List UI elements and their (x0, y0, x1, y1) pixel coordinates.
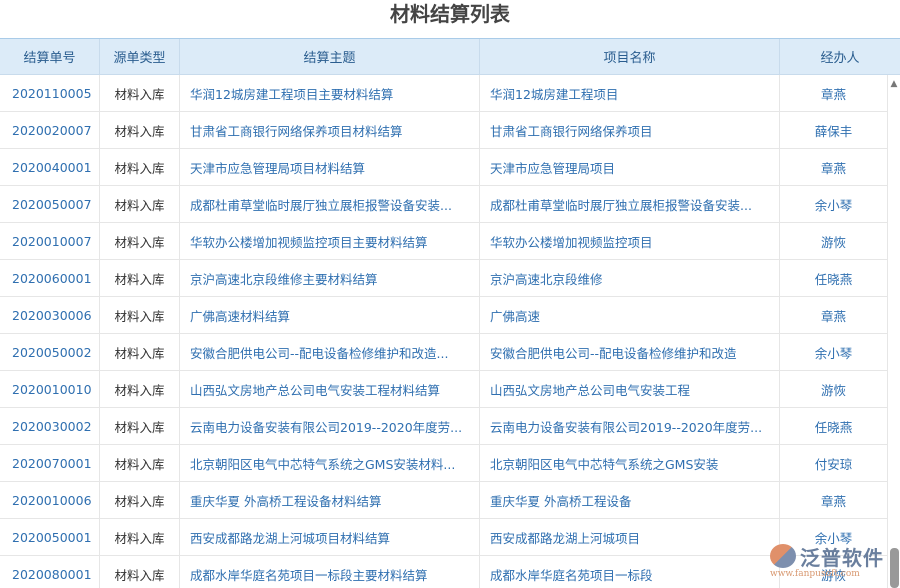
table-row[interactable]: 2020010006材料入库重庆华夏 外高桥工程设备材料结算重庆华夏 外高桥工程… (0, 482, 888, 519)
cell-source-type: 材料入库 (100, 482, 180, 518)
cell-handler: 游恢 (780, 371, 888, 407)
cell-settlement-subject[interactable]: 北京朝阳区电气中芯特气系统之GMS安装材料... (180, 445, 480, 481)
cell-source-type: 材料入库 (100, 334, 180, 370)
cell-settlement-id[interactable]: 2020060001 (0, 260, 100, 296)
cell-source-type: 材料入库 (100, 112, 180, 148)
cell-source-type: 材料入库 (100, 297, 180, 333)
cell-settlement-id[interactable]: 2020010007 (0, 223, 100, 259)
cell-project-name[interactable]: 北京朝阳区电气中芯特气系统之GMS安装 (480, 445, 780, 481)
watermark-logo: 泛普软件 www.fanpusoft.com (770, 542, 895, 586)
cell-settlement-subject[interactable]: 云南电力设备安装有限公司2019--2020年度劳... (180, 408, 480, 444)
table-row[interactable]: 2020040001材料入库天津市应急管理局项目材料结算天津市应急管理局项目章燕 (0, 149, 888, 186)
cell-settlement-subject[interactable]: 安徽合肥供电公司--配电设备检修维护和改造... (180, 334, 480, 370)
cell-project-name[interactable]: 重庆华夏 外高桥工程设备 (480, 482, 780, 518)
cell-settlement-id[interactable]: 2020030002 (0, 408, 100, 444)
cell-handler: 余小琴 (780, 334, 888, 370)
cell-handler: 薛保丰 (780, 112, 888, 148)
table-body: 2020110005材料入库华润12城房建工程项目主要材料结算华润12城房建工程… (0, 75, 888, 588)
cell-handler: 任晓燕 (780, 408, 888, 444)
cell-source-type: 材料入库 (100, 408, 180, 444)
cell-settlement-id[interactable]: 2020020007 (0, 112, 100, 148)
cell-source-type: 材料入库 (100, 186, 180, 222)
cell-handler: 付安琼 (780, 445, 888, 481)
cell-settlement-subject[interactable]: 山西弘文房地产总公司电气安装工程材料结算 (180, 371, 480, 407)
logo-mark-icon (770, 544, 796, 568)
scroll-up-icon[interactable]: ▲ (888, 79, 900, 89)
cell-source-type: 材料入库 (100, 260, 180, 296)
cell-project-name[interactable]: 成都杜甫草堂临时展厅独立展柜报警设备安装... (480, 186, 780, 222)
column-header-id[interactable]: 结算单号 (0, 39, 100, 74)
scrollbar[interactable]: ▲ (888, 75, 900, 588)
cell-project-name[interactable]: 华软办公楼增加视频监控项目 (480, 223, 780, 259)
cell-source-type: 材料入库 (100, 223, 180, 259)
table-row[interactable]: 2020050007材料入库成都杜甫草堂临时展厅独立展柜报警设备安装...成都杜… (0, 186, 888, 223)
cell-handler: 任晓燕 (780, 260, 888, 296)
cell-settlement-id[interactable]: 2020050007 (0, 186, 100, 222)
cell-source-type: 材料入库 (100, 556, 180, 588)
cell-project-name[interactable]: 成都水岸华庭名苑项目一标段 (480, 556, 780, 588)
cell-handler: 章燕 (780, 482, 888, 518)
cell-settlement-id[interactable]: 2020080001 (0, 556, 100, 588)
cell-project-name[interactable]: 安徽合肥供电公司--配电设备检修维护和改造 (480, 334, 780, 370)
cell-settlement-id[interactable]: 2020040001 (0, 149, 100, 185)
cell-source-type: 材料入库 (100, 149, 180, 185)
table-row[interactable]: 2020110005材料入库华润12城房建工程项目主要材料结算华润12城房建工程… (0, 75, 888, 112)
cell-project-name[interactable]: 天津市应急管理局项目 (480, 149, 780, 185)
cell-settlement-subject[interactable]: 甘肃省工商银行网络保养项目材料结算 (180, 112, 480, 148)
table-row[interactable]: 2020030002材料入库云南电力设备安装有限公司2019--2020年度劳.… (0, 408, 888, 445)
cell-handler: 余小琴 (780, 186, 888, 222)
cell-project-name[interactable]: 云南电力设备安装有限公司2019--2020年度劳... (480, 408, 780, 444)
page-title: 材料结算列表 (0, 0, 900, 38)
cell-source-type: 材料入库 (100, 519, 180, 555)
cell-source-type: 材料入库 (100, 75, 180, 111)
table-header: 结算单号 源单类型 结算主题 项目名称 经办人 (0, 38, 900, 75)
column-header-project[interactable]: 项目名称 (480, 39, 780, 74)
cell-settlement-subject[interactable]: 广佛高速材料结算 (180, 297, 480, 333)
table-row[interactable]: 2020060001材料入库京沪高速北京段维修主要材料结算京沪高速北京段维修任晓… (0, 260, 888, 297)
cell-settlement-id[interactable]: 2020050002 (0, 334, 100, 370)
table-row[interactable]: 2020020007材料入库甘肃省工商银行网络保养项目材料结算甘肃省工商银行网络… (0, 112, 888, 149)
cell-settlement-subject[interactable]: 天津市应急管理局项目材料结算 (180, 149, 480, 185)
table-row[interactable]: 2020080001材料入库成都水岸华庭名苑项目一标段主要材料结算成都水岸华庭名… (0, 556, 888, 588)
cell-project-name[interactable]: 华润12城房建工程项目 (480, 75, 780, 111)
cell-source-type: 材料入库 (100, 445, 180, 481)
cell-settlement-id[interactable]: 2020010006 (0, 482, 100, 518)
table-row[interactable]: 2020070001材料入库北京朝阳区电气中芯特气系统之GMS安装材料...北京… (0, 445, 888, 482)
cell-settlement-subject[interactable]: 成都水岸华庭名苑项目一标段主要材料结算 (180, 556, 480, 588)
cell-settlement-id[interactable]: 2020070001 (0, 445, 100, 481)
cell-handler: 章燕 (780, 297, 888, 333)
column-header-handler[interactable]: 经办人 (780, 39, 900, 74)
cell-settlement-subject[interactable]: 京沪高速北京段维修主要材料结算 (180, 260, 480, 296)
cell-settlement-id[interactable]: 2020010010 (0, 371, 100, 407)
cell-settlement-subject[interactable]: 华软办公楼增加视频监控项目主要材料结算 (180, 223, 480, 259)
table-row[interactable]: 2020030006材料入库广佛高速材料结算广佛高速章燕 (0, 297, 888, 334)
cell-settlement-subject[interactable]: 华润12城房建工程项目主要材料结算 (180, 75, 480, 111)
cell-settlement-subject[interactable]: 西安成都路龙湖上河城项目材料结算 (180, 519, 480, 555)
table-row[interactable]: 2020050001材料入库西安成都路龙湖上河城项目材料结算西安成都路龙湖上河城… (0, 519, 888, 556)
table-row[interactable]: 2020010007材料入库华软办公楼增加视频监控项目主要材料结算华软办公楼增加… (0, 223, 888, 260)
cell-project-name[interactable]: 西安成都路龙湖上河城项目 (480, 519, 780, 555)
cell-settlement-id[interactable]: 2020030006 (0, 297, 100, 333)
cell-project-name[interactable]: 广佛高速 (480, 297, 780, 333)
table-row[interactable]: 2020010010材料入库山西弘文房地产总公司电气安装工程材料结算山西弘文房地… (0, 371, 888, 408)
cell-handler: 章燕 (780, 149, 888, 185)
cell-settlement-id[interactable]: 2020050001 (0, 519, 100, 555)
cell-settlement-subject[interactable]: 重庆华夏 外高桥工程设备材料结算 (180, 482, 480, 518)
cell-handler: 游恢 (780, 223, 888, 259)
cell-project-name[interactable]: 甘肃省工商银行网络保养项目 (480, 112, 780, 148)
logo-url: www.fanpusoft.com (770, 569, 860, 579)
cell-project-name[interactable]: 山西弘文房地产总公司电气安装工程 (480, 371, 780, 407)
cell-settlement-subject[interactable]: 成都杜甫草堂临时展厅独立展柜报警设备安装... (180, 186, 480, 222)
column-header-subject[interactable]: 结算主题 (180, 39, 480, 74)
cell-settlement-id[interactable]: 2020110005 (0, 75, 100, 111)
column-header-source-type[interactable]: 源单类型 (100, 39, 180, 74)
logo-name: 泛普软件 (800, 542, 884, 571)
cell-source-type: 材料入库 (100, 371, 180, 407)
table-row[interactable]: 2020050002材料入库安徽合肥供电公司--配电设备检修维护和改造...安徽… (0, 334, 888, 371)
cell-project-name[interactable]: 京沪高速北京段维修 (480, 260, 780, 296)
cell-handler: 章燕 (780, 75, 888, 111)
